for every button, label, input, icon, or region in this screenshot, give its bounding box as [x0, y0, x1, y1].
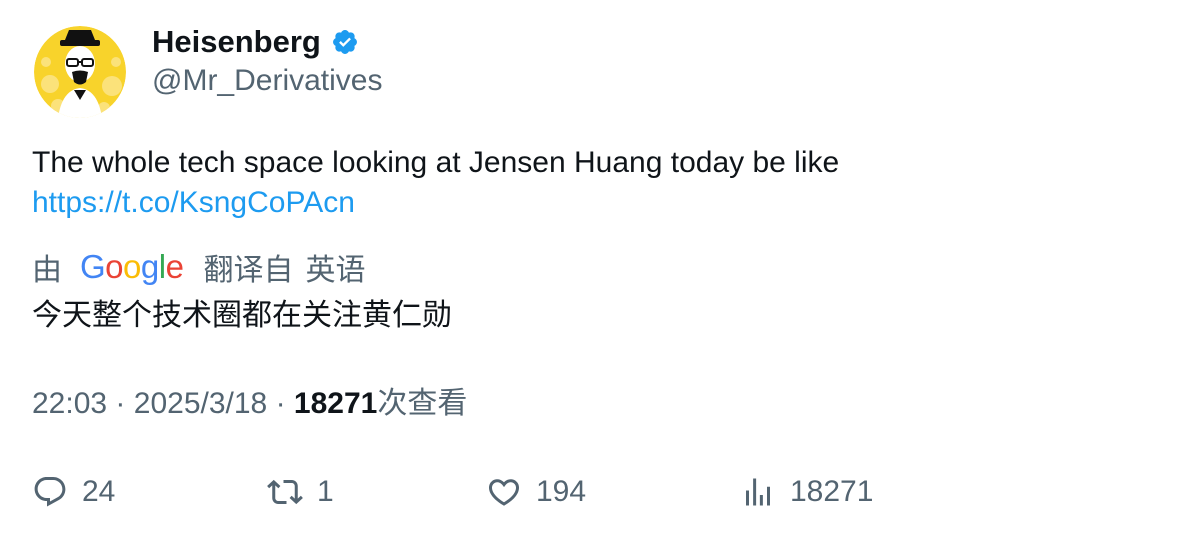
translation-source-language[interactable]: 英语: [305, 245, 365, 289]
meta-separator: ·: [275, 387, 286, 420]
avatar[interactable]: [34, 26, 126, 118]
translated-text: 今天整个技术圈都在关注黄仁勋: [32, 298, 452, 333]
views-button[interactable]: 18271: [740, 472, 873, 512]
retweet-count: 1: [317, 475, 334, 508]
views-count: 18271: [293, 387, 378, 420]
tweet-meta: 22:03 · 2025/3/18 · 18271次查看: [32, 384, 467, 424]
tweet-date[interactable]: 2025/3/18: [134, 387, 267, 420]
reply-count: 24: [82, 475, 116, 508]
verified-badge-icon[interactable]: [331, 28, 359, 56]
author-display-name[interactable]: Heisenberg: [152, 24, 321, 60]
author-name[interactable]: Heisenberg: [152, 24, 359, 60]
reply-button[interactable]: 24: [32, 472, 115, 512]
heart-icon: [486, 474, 522, 510]
views-label: 次查看: [377, 386, 468, 421]
google-logo: Google: [80, 248, 184, 285]
tweet-text: The whole tech space looking at Jensen H…: [32, 146, 840, 179]
views-count-action: 18271: [790, 475, 874, 508]
translation-suffix: 翻译自: [203, 253, 294, 288]
views-bar-chart-icon: [740, 474, 776, 510]
tweet-link[interactable]: https://t.co/KsngCoPAcn: [32, 183, 1152, 223]
tweet-body: The whole tech space looking at Jensen H…: [32, 143, 1152, 223]
author-handle[interactable]: @Mr_Derivatives: [152, 63, 383, 99]
like-count: 194: [536, 475, 587, 508]
retweet-button[interactable]: 1: [267, 472, 334, 512]
retweet-icon: [267, 474, 303, 510]
heisenberg-avatar-image: [34, 26, 126, 118]
meta-separator: ·: [115, 387, 126, 420]
like-button[interactable]: 194: [486, 472, 586, 512]
translation-prefix: 由: [32, 253, 62, 288]
reply-icon: [32, 474, 68, 510]
translation-attribution: 由 Google 翻译自 英语: [32, 245, 365, 289]
tweet-time[interactable]: 22:03: [32, 387, 107, 420]
